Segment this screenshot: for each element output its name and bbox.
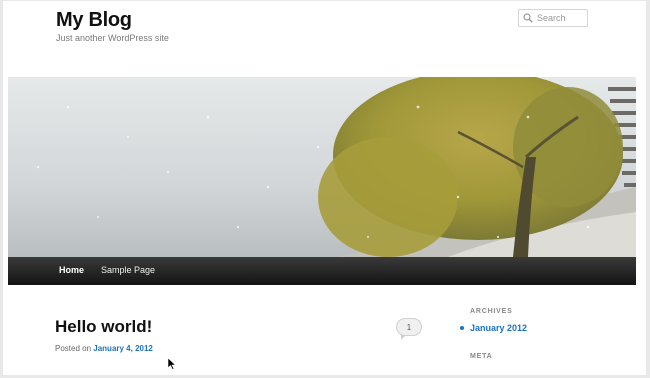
header-image bbox=[8, 77, 636, 257]
site-title[interactable]: My Blog bbox=[56, 9, 132, 32]
comment-count-bubble[interactable]: 1 bbox=[396, 318, 422, 336]
archives-widget-title: ARCHIVES bbox=[470, 308, 513, 315]
nav-item-sample-page[interactable]: Sample Page bbox=[101, 265, 155, 275]
nav-item-home[interactable]: Home bbox=[59, 265, 84, 275]
posted-on-label: Posted on bbox=[55, 344, 92, 353]
comment-count: 1 bbox=[406, 322, 412, 332]
post-meta: Posted on January 4, 2012 bbox=[55, 344, 153, 353]
search-icon bbox=[523, 13, 533, 23]
mouse-pointer-icon bbox=[168, 358, 176, 370]
search-box[interactable] bbox=[518, 9, 588, 27]
meta-widget-title: META bbox=[470, 353, 493, 360]
search-input[interactable] bbox=[537, 13, 585, 23]
archive-item-label: January 2012 bbox=[470, 323, 528, 333]
archive-item-link[interactable]: January 2012 bbox=[460, 323, 527, 333]
page: My Blog Just another WordPress site Sear… bbox=[3, 1, 646, 375]
post-title[interactable]: Hello world! bbox=[55, 317, 152, 337]
site-description: Just another WordPress site bbox=[56, 33, 169, 43]
comment-bubble-icon bbox=[401, 335, 406, 340]
main-navigation: Home Sample Page bbox=[8, 257, 636, 285]
bullet-icon bbox=[460, 326, 464, 330]
post-date-link[interactable]: January 4, 2012 bbox=[93, 344, 153, 353]
